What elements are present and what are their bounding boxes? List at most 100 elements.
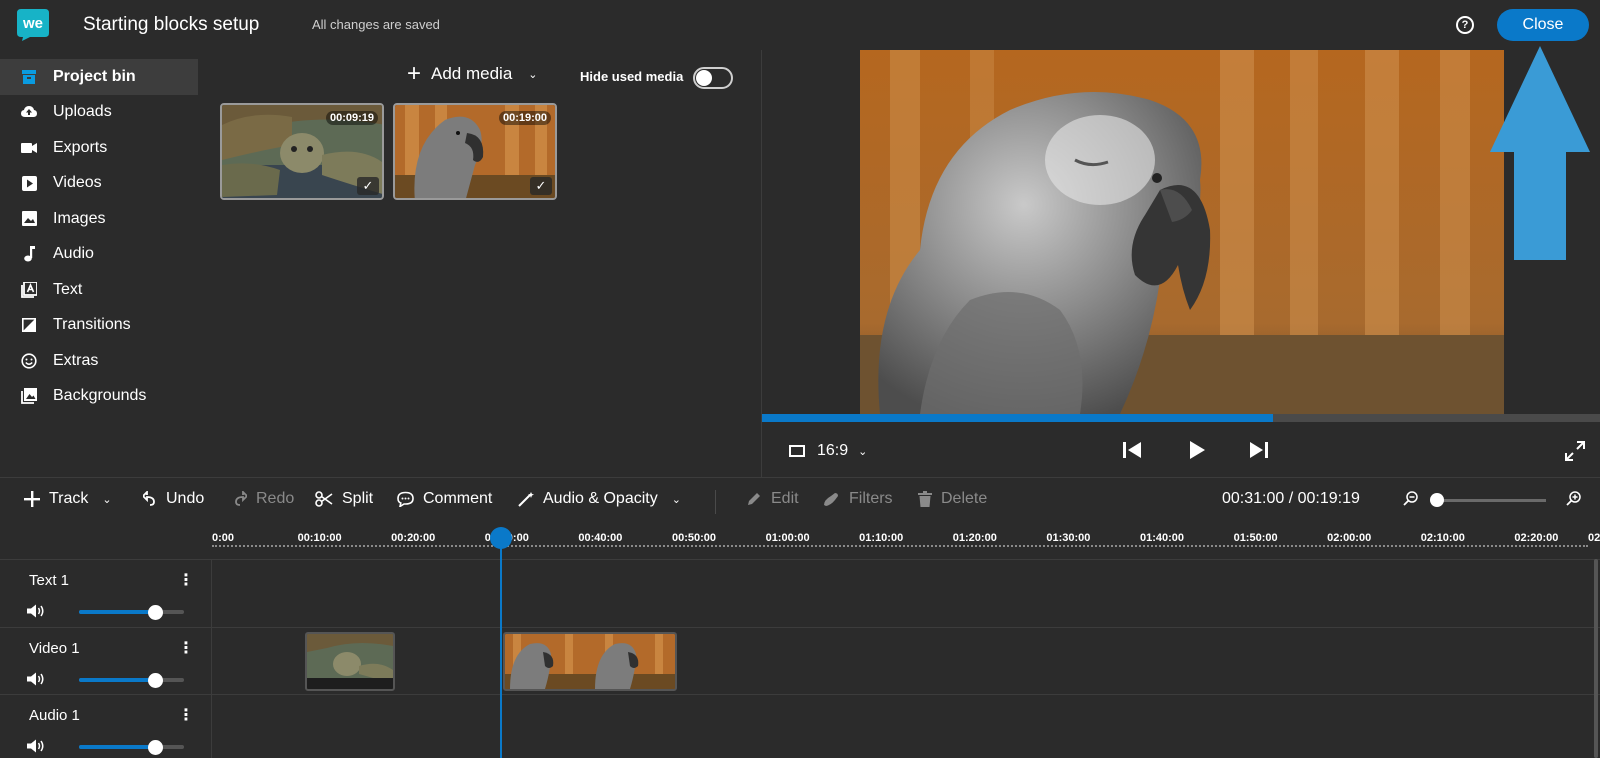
audio-opacity-button[interactable]: Audio & Opacity ⌄: [518, 490, 681, 508]
track-menu-icon[interactable]: ⋮: [178, 638, 194, 658]
zoom-out-icon: [1403, 491, 1418, 506]
hide-used-media-toggle[interactable]: [693, 67, 733, 89]
track-menu-icon[interactable]: ⋮: [178, 570, 194, 590]
volume-slider[interactable]: [79, 672, 184, 688]
delete-button[interactable]: Delete: [918, 490, 987, 508]
timeline-clip-tortoise[interactable]: [305, 632, 395, 691]
aspect-ratio-selector[interactable]: 16:9 ⌄: [789, 442, 867, 460]
volume-slider-knob[interactable]: [148, 604, 164, 620]
sidebar-item-exports[interactable]: Exports: [0, 130, 198, 166]
trash-icon: [918, 491, 932, 507]
sidebar-item-transitions[interactable]: Transitions: [0, 308, 198, 344]
volume-slider-fill: [79, 745, 156, 749]
media-thumbnail-parrot[interactable]: 00:19:00 ✓: [393, 103, 557, 200]
volume-icon[interactable]: [27, 739, 45, 758]
skip-to-end-button[interactable]: [1249, 440, 1269, 465]
audio-opacity-label: Audio & Opacity: [543, 490, 658, 507]
split-button[interactable]: Split: [315, 490, 373, 508]
zoom-in-icon: [1566, 491, 1581, 506]
clip-duration: 00:19:00: [498, 111, 551, 125]
track-name-text-1[interactable]: Text 1: [29, 572, 69, 589]
text-icon: [21, 281, 37, 298]
edit-button[interactable]: Edit: [746, 490, 799, 508]
volume-icon[interactable]: [27, 672, 45, 691]
ruler-tick-label: 00:20:00: [391, 532, 436, 544]
add-track-button[interactable]: Track ⌄: [24, 490, 112, 508]
sidebar-item-label: Videos: [53, 174, 102, 192]
track-name-audio-1[interactable]: Audio 1: [29, 707, 80, 724]
playhead-line: [500, 540, 502, 758]
toolbar-separator: [715, 490, 716, 514]
play-button[interactable]: [1187, 440, 1207, 465]
filters-icon: [822, 491, 840, 507]
hide-used-media-label: Hide used media: [580, 69, 684, 84]
track-label: Track: [49, 490, 89, 507]
sidebar-item-backgrounds[interactable]: Backgrounds: [0, 379, 198, 415]
image-icon: [21, 211, 37, 227]
sidebar-item-label: Transitions: [53, 316, 131, 334]
redo-icon: [233, 491, 247, 507]
zoom-out-button[interactable]: [1403, 490, 1419, 511]
track-divider: [0, 694, 1600, 695]
track-divider: [0, 627, 1600, 628]
sidebar: Project bin Uploads Exports Videos Image…: [0, 59, 198, 414]
media-thumbnail-tortoise[interactable]: 00:09:19 ✓: [220, 103, 384, 200]
sidebar-item-audio[interactable]: Audio: [0, 237, 198, 273]
sidebar-item-extras[interactable]: Extras: [0, 343, 198, 379]
scissors-icon: [315, 491, 333, 507]
add-media-button[interactable]: + Add media ⌄: [407, 62, 538, 86]
ruler-ticks: [212, 545, 1588, 547]
aspect-ratio-label: 16:9: [817, 442, 849, 459]
playhead-handle[interactable]: [490, 527, 512, 549]
play-icon: [1190, 441, 1205, 459]
volume-slider[interactable]: [79, 604, 184, 620]
timeline-scrollbar[interactable]: [1594, 559, 1598, 758]
fullscreen-button[interactable]: [1565, 441, 1585, 466]
sidebar-item-project-bin[interactable]: Project bin: [0, 59, 198, 95]
video-camera-icon: [21, 140, 37, 156]
ruler-tick-label: 02:00:00: [1327, 532, 1372, 544]
zoom-slider-track[interactable]: [1436, 499, 1546, 502]
zoom-in-button[interactable]: [1566, 490, 1582, 511]
filters-button[interactable]: Filters: [822, 490, 893, 508]
checkmark-icon: ✓: [530, 177, 552, 195]
video-preview[interactable]: [860, 50, 1504, 414]
ruler-tick-label: 00:40:00: [578, 532, 623, 544]
zoom-slider-knob[interactable]: [1430, 493, 1444, 507]
preview-progress-fill: [762, 414, 1274, 422]
aspect-ratio-icon: [789, 445, 805, 457]
app-logo[interactable]: we: [16, 7, 50, 41]
sidebar-item-text[interactable]: Text: [0, 272, 198, 308]
sidebar-item-label: Backgrounds: [53, 387, 147, 405]
volume-slider[interactable]: [79, 739, 184, 755]
ruler-tick-label: 01:00:00: [765, 532, 810, 544]
track-menu-icon[interactable]: ⋮: [178, 705, 194, 725]
ruler-tick-label: 01:30:00: [1046, 532, 1091, 544]
sidebar-item-label: Project bin: [53, 67, 136, 85]
sidebar-item-videos[interactable]: Videos: [0, 166, 198, 202]
volume-icon[interactable]: [27, 604, 45, 623]
volume-slider-knob[interactable]: [148, 672, 164, 688]
toggle-knob: [696, 70, 712, 86]
close-button[interactable]: Close: [1497, 9, 1589, 41]
skip-to-start-button[interactable]: [1122, 440, 1142, 465]
ruler-tick-label: 01:50:00: [1233, 532, 1278, 544]
help-icon[interactable]: ?: [1456, 16, 1474, 34]
sidebar-item-label: Uploads: [53, 103, 112, 121]
undo-button[interactable]: Undo: [143, 490, 204, 508]
comment-button[interactable]: Comment: [397, 490, 492, 508]
project-title[interactable]: Starting blocks setup: [83, 14, 259, 36]
sidebar-item-images[interactable]: Images: [0, 201, 198, 237]
timeline-ruler[interactable]: 0:0000:10:0000:20:0000:30:0000:40:0000:5…: [212, 521, 1600, 559]
sidebar-item-uploads[interactable]: Uploads: [0, 95, 198, 131]
redo-button[interactable]: Redo: [233, 490, 294, 508]
timeline-toolbar: Track ⌄ Undo Redo Split Comment Audio & …: [0, 477, 1600, 521]
timeline-clip-parrot[interactable]: [503, 632, 677, 691]
track-name-video-1[interactable]: Video 1: [29, 640, 80, 657]
chevron-down-icon: ⌄: [858, 445, 868, 458]
volume-slider-knob[interactable]: [148, 739, 164, 755]
delete-label: Delete: [941, 490, 988, 507]
chevron-down-icon: ⌄: [528, 68, 538, 81]
preview-progress-bar[interactable]: [762, 414, 1600, 422]
ruler-tick-label: 02:20:00: [1514, 532, 1559, 544]
